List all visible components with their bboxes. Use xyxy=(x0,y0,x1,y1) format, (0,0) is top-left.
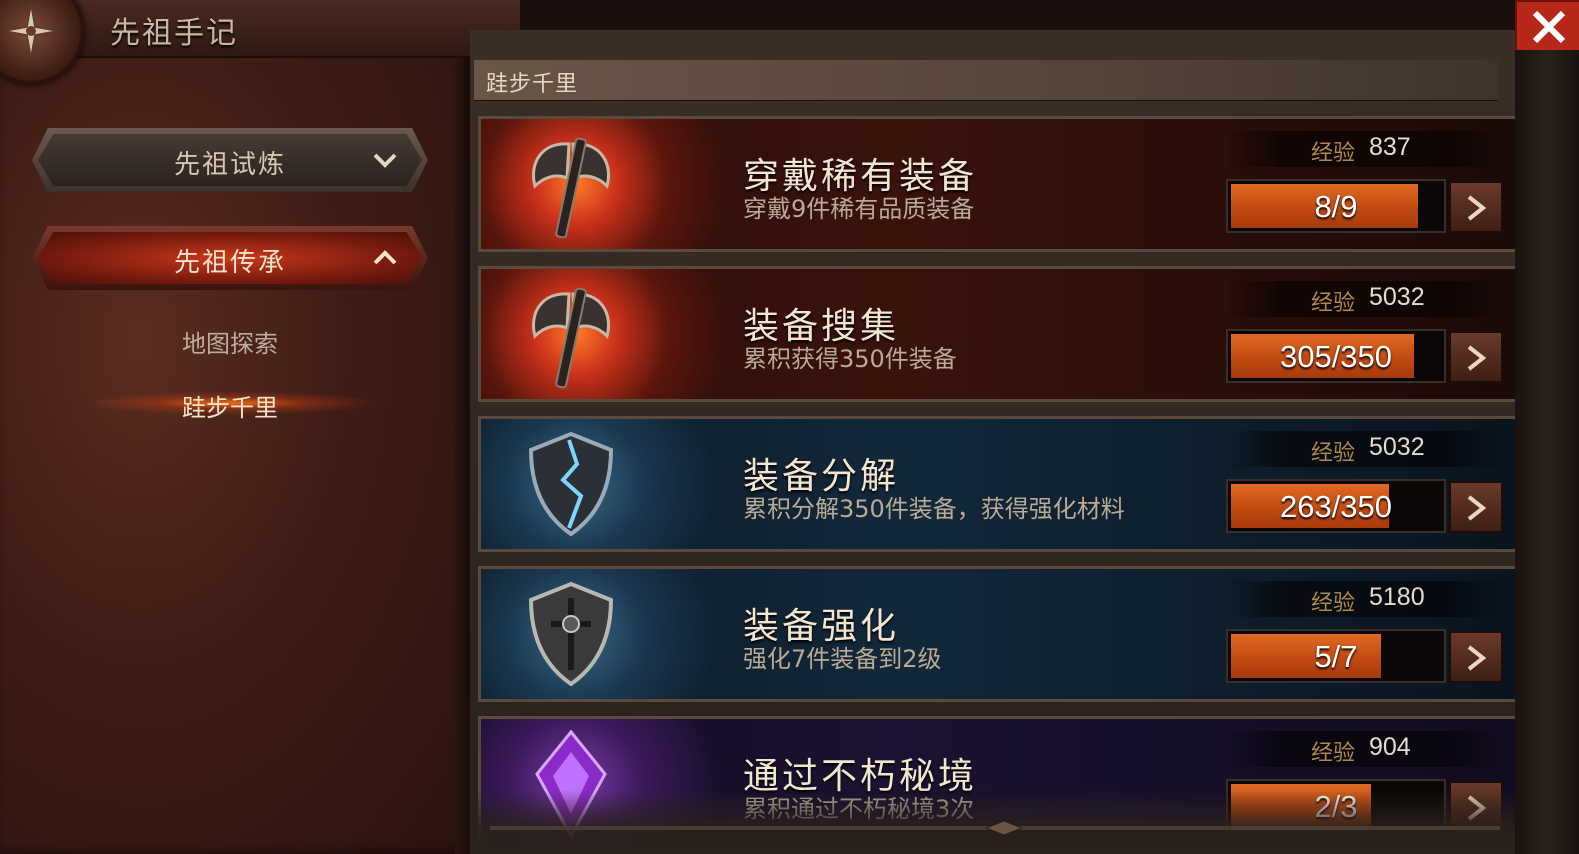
arrow-right-icon xyxy=(1467,495,1487,521)
menu-ancestor-trial[interactable]: 先祖试炼 xyxy=(32,128,428,192)
exp-panel xyxy=(1226,431,1504,467)
chevron-down-icon xyxy=(373,153,397,168)
task-row: 装备分解 累积分解350件装备，获得强化材料 经验 5032 263/350 xyxy=(478,416,1518,552)
exp-value: 837 xyxy=(1369,133,1411,161)
progress-bar: 5/7 xyxy=(1226,629,1446,683)
ornament-gem-icon xyxy=(984,820,1024,836)
progress-bar: 8/9 xyxy=(1226,179,1446,233)
task-description: 累积获得350件装备 xyxy=(743,345,957,373)
arrow-right-icon xyxy=(1467,345,1487,371)
exp-label: 经验 xyxy=(1311,141,1356,166)
broken-shield-icon xyxy=(481,419,731,549)
task-row: 穿戴稀有装备 穿戴9件稀有品质装备 经验 837 8/9 xyxy=(478,116,1518,252)
progress-bar: 263/350 xyxy=(1226,479,1446,533)
axe-icon xyxy=(481,269,731,399)
task-row: 装备搜集 累积获得350件装备 经验 5032 305/350 xyxy=(478,266,1518,402)
chevron-up-icon xyxy=(373,250,397,265)
app-title: 先祖手记 xyxy=(110,16,238,51)
submenu-step-by-step[interactable]: 跬步千里 xyxy=(0,388,460,423)
exp-label: 经验 xyxy=(1311,291,1356,316)
exp-value: 5032 xyxy=(1369,433,1425,461)
section-header xyxy=(474,60,1498,101)
go-button[interactable] xyxy=(1449,481,1503,533)
right-frame xyxy=(1515,50,1579,854)
exp-panel xyxy=(1226,581,1504,617)
close-button[interactable] xyxy=(1515,0,1579,54)
progress-text: 263/350 xyxy=(1279,489,1393,524)
section-title: 跬步千里 xyxy=(486,72,579,97)
arrow-right-icon xyxy=(1467,645,1487,671)
task-description: 强化7件装备到2级 xyxy=(743,645,942,673)
arrow-right-icon xyxy=(1467,195,1487,221)
task-row: 装备强化 强化7件装备到2级 经验 5180 5/7 xyxy=(478,566,1518,702)
progress-text: 305/350 xyxy=(1279,339,1393,374)
exp-panel xyxy=(1226,731,1504,767)
task-description: 穿戴9件稀有品质装备 xyxy=(743,195,975,223)
progress-bar: 305/350 xyxy=(1226,329,1446,383)
shield-icon xyxy=(481,569,731,699)
go-button[interactable] xyxy=(1449,181,1503,233)
menu-label: 先祖试炼 xyxy=(173,150,286,180)
exp-label: 经验 xyxy=(1311,441,1356,466)
exp-value: 5032 xyxy=(1369,283,1425,311)
exp-value: 5180 xyxy=(1369,583,1425,611)
exp-value: 904 xyxy=(1369,733,1411,761)
task-description: 累积分解350件装备，获得强化材料 xyxy=(743,495,1125,523)
progress-text: 8/9 xyxy=(1314,189,1358,224)
go-button[interactable] xyxy=(1449,331,1503,383)
go-button[interactable] xyxy=(1449,631,1503,683)
axe-icon xyxy=(481,119,731,249)
exp-label: 经验 xyxy=(1311,591,1356,616)
menu-label: 先祖传承 xyxy=(173,248,286,278)
close-icon xyxy=(1532,10,1566,44)
exp-label: 经验 xyxy=(1311,741,1356,766)
submenu-map-explore[interactable]: 地图探索 xyxy=(0,324,460,359)
exp-panel xyxy=(1226,281,1504,317)
menu-ancestor-legacy[interactable]: 先祖传承 xyxy=(32,226,428,290)
progress-text: 5/7 xyxy=(1314,639,1358,674)
exp-panel xyxy=(1226,131,1504,167)
